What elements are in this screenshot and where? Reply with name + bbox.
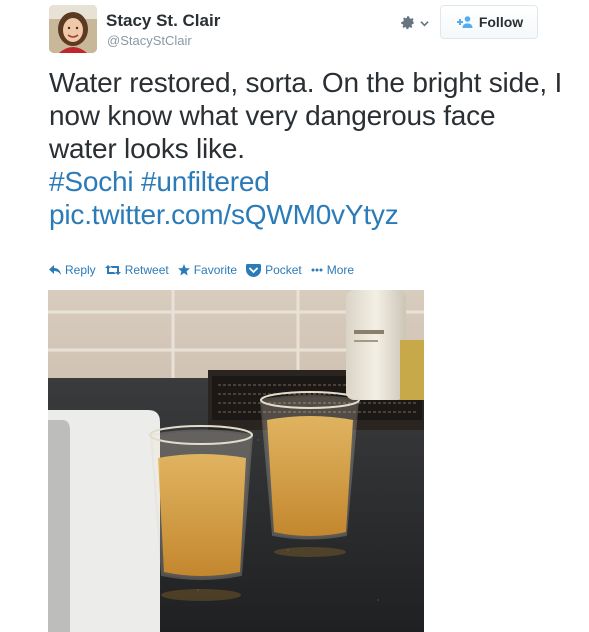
tweet-body: Water restored, sorta. On the bright sid… xyxy=(49,67,563,164)
more-button[interactable]: More xyxy=(311,263,354,277)
hashtag-sochi[interactable]: #Sochi xyxy=(49,166,134,197)
tweet-text: Water restored, sorta. On the bright sid… xyxy=(49,66,569,231)
add-user-icon xyxy=(456,16,473,28)
pic-link[interactable]: pic.twitter.com/sQWM0vYtyz xyxy=(49,199,399,230)
favorite-label: Favorite xyxy=(193,263,238,277)
gear-dropdown-button[interactable] xyxy=(399,12,437,34)
pocket-label: Pocket xyxy=(265,263,302,277)
author-name[interactable]: Stacy St. Clair xyxy=(106,11,220,31)
star-icon xyxy=(177,264,190,276)
avatar[interactable] xyxy=(49,5,97,53)
favorite-button[interactable]: Favorite xyxy=(177,263,238,277)
reply-button[interactable]: Reply xyxy=(49,263,96,277)
pocket-button[interactable]: Pocket xyxy=(246,263,302,277)
author-handle[interactable]: @StacyStClair xyxy=(107,33,192,48)
gear-icon xyxy=(401,16,415,30)
follow-label: Follow xyxy=(478,14,524,30)
hashtag-unfiltered[interactable]: #unfiltered xyxy=(141,166,270,197)
retweet-label: Retweet xyxy=(124,263,169,277)
pocket-icon xyxy=(246,263,262,277)
chevron-down-icon xyxy=(420,20,429,26)
tweet-actions: Reply Retweet Favorite Pocket More xyxy=(49,263,363,277)
follow-button[interactable]: Follow xyxy=(440,5,538,39)
reply-label: Reply xyxy=(65,263,96,277)
retweet-icon xyxy=(104,265,121,275)
ellipsis-icon xyxy=(311,268,323,272)
reply-icon xyxy=(49,265,61,275)
retweet-button[interactable]: Retweet xyxy=(104,263,169,277)
tweet-photo[interactable] xyxy=(48,290,424,632)
more-label: More xyxy=(326,263,355,277)
